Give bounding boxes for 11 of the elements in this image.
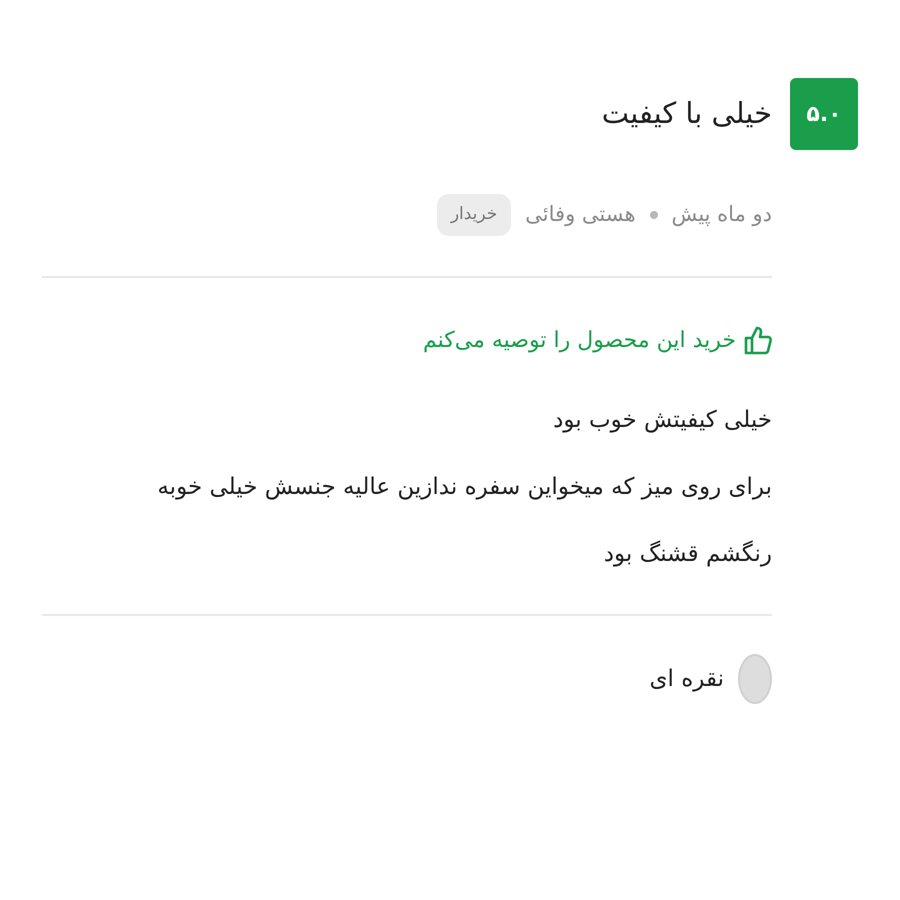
color-name: نقره ای: [650, 664, 724, 694]
review-text: برای روی میز که میخواین سفره ندازین عالیه جنسش خیلی خوبه: [156, 472, 772, 502]
buyer-badge: خریدار: [436, 194, 512, 236]
review-text: رنگشم قشنگ بود: [602, 540, 772, 569]
score-badge: ۵.۰: [790, 78, 858, 150]
review-date: دو ماه پیش: [672, 201, 772, 228]
review-title: خیلی با کیفیت: [602, 95, 772, 132]
review-text: خیلی کیفیتش خوب بود: [552, 406, 772, 435]
recommendation-text: خرید این محصول را توصیه می‌کنم: [423, 326, 736, 354]
separator-dot: [650, 210, 658, 219]
author-name: هستی وفائی: [525, 201, 636, 228]
